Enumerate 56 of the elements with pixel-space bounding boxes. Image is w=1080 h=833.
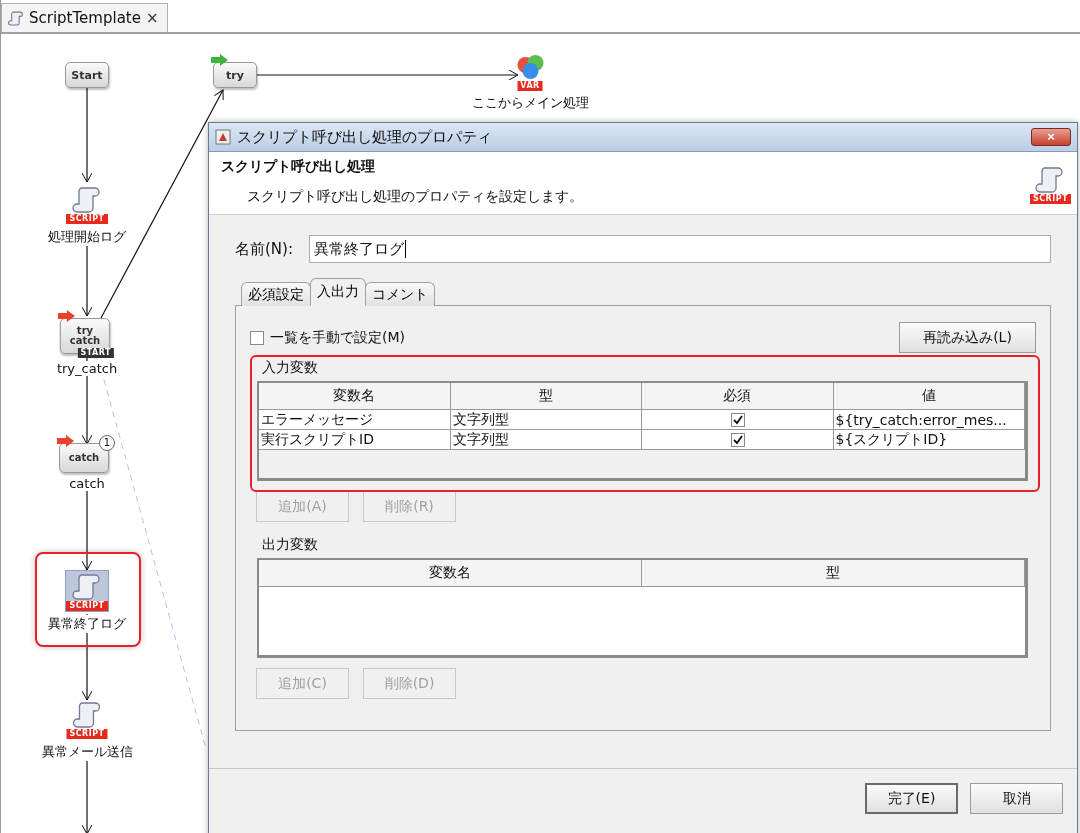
section-title: 入力変数 xyxy=(262,359,319,377)
start-badge: START xyxy=(77,348,114,358)
node-label: ここからメイン処理 xyxy=(470,94,590,112)
tab[interactable]: 必須設定 xyxy=(241,282,311,306)
arrow-icon xyxy=(58,310,76,322)
column-header[interactable]: 変数名 xyxy=(259,560,642,587)
dialog-title: スクリプト呼び出し処理のプロパティ xyxy=(237,127,493,147)
tab[interactable]: コメント xyxy=(365,282,435,306)
script-badge: SCRIPT xyxy=(1029,194,1071,204)
column-header[interactable]: 必須 xyxy=(642,383,834,410)
node-label: 処理開始ログ xyxy=(47,228,127,246)
table-cell: エラーメッセージ xyxy=(259,410,451,430)
script-badge: SCRIPT xyxy=(66,729,108,739)
editor-tab[interactable]: ScriptTemplate × xyxy=(1,3,168,32)
table-cell: 文字列型 xyxy=(450,410,642,430)
table-cell: 実行スクリプトID xyxy=(259,430,451,450)
name-label: 名前(N): xyxy=(235,239,293,259)
column-header[interactable]: 型 xyxy=(642,560,1025,587)
circles-icon xyxy=(515,55,545,81)
node-label: 異常メール送信 xyxy=(40,743,134,761)
dialog-button[interactable]: 完了(E) xyxy=(865,783,958,814)
section-title: 出力変数 xyxy=(262,536,319,554)
header-description: スクリプト呼び出し処理のプロパティを設定します。 xyxy=(246,188,584,206)
script-badge: SCRIPT xyxy=(66,214,108,224)
scroll-icon xyxy=(72,571,102,601)
count-badge: 1 xyxy=(99,435,115,451)
start-node[interactable]: Start xyxy=(65,62,109,88)
dialog-button[interactable]: 取消 xyxy=(970,783,1063,814)
script-badge: SCRIPT xyxy=(66,601,108,611)
checkbox-label: 一覧を手動で設定(M) xyxy=(270,328,405,347)
node-label: try_catch xyxy=(55,361,119,376)
checkbox[interactable] xyxy=(731,412,746,427)
arrow-icon xyxy=(211,54,229,66)
name-field[interactable]: 異常終了ログ xyxy=(309,235,1051,263)
checkbox[interactable] xyxy=(250,330,264,345)
var-badge: VAR xyxy=(517,81,543,91)
close-icon[interactable]: × xyxy=(145,9,159,27)
column-header[interactable]: 値 xyxy=(833,383,1025,410)
table-cell: 文字列型 xyxy=(450,430,642,450)
table-cell: ${スクリプトID} xyxy=(833,430,1025,450)
scroll-icon xyxy=(8,10,24,26)
table-cell: ${try_catch:error_mes... xyxy=(833,410,1025,430)
tab[interactable]: 入出力 xyxy=(310,278,366,306)
node-label: catch xyxy=(68,476,106,491)
checkbox[interactable] xyxy=(731,432,746,447)
scroll-icon xyxy=(72,699,102,729)
column-header[interactable]: 変数名 xyxy=(259,383,451,410)
scroll-icon xyxy=(72,184,102,214)
column-header[interactable]: 型 xyxy=(450,383,642,410)
header-title: スクリプト呼び出し処理 xyxy=(221,158,376,176)
node-label: 異常終了ログ xyxy=(47,615,127,633)
reload-button[interactable]: 再読み込み(L) xyxy=(899,322,1036,353)
app-icon xyxy=(215,129,231,145)
scroll-icon xyxy=(1035,164,1066,194)
arrow-icon xyxy=(57,435,75,447)
tab-title: ScriptTemplate xyxy=(29,9,141,27)
